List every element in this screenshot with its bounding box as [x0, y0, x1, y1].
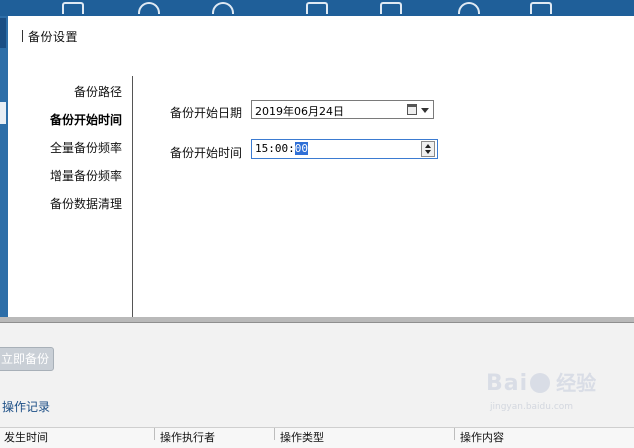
background-app-edge — [0, 16, 8, 326]
backup-now-button[interactable]: 立即备份 — [0, 347, 54, 371]
column-header-content[interactable]: 操作内容 — [460, 429, 504, 445]
column-divider — [154, 428, 155, 440]
home-icon[interactable] — [138, 2, 160, 14]
start-date-label: 备份开始日期 — [170, 106, 243, 120]
start-time-seconds-selected: 00 — [294, 142, 308, 155]
settings-nav: 备份路径 备份开始时间 全量备份频率 增量备份频率 备份数据清理 — [16, 76, 133, 318]
edge-tab — [0, 102, 6, 124]
chevron-down-icon[interactable] — [421, 108, 429, 113]
start-date-value: 2019年06月24日 — [255, 105, 344, 118]
nav-item-backup-path[interactable]: 备份路径 — [74, 83, 122, 100]
backup-settings-dialog: 备份设置 备份路径 备份开始时间 全量备份频率 增量备份频率 备份数据清理 备份… — [8, 16, 634, 321]
nav-item-backup-data-cleanup[interactable]: 备份数据清理 — [50, 195, 122, 212]
toolbar-icon[interactable] — [62, 2, 84, 14]
watermark-url: jingyan.baidu.com — [490, 402, 574, 412]
start-time-field[interactable]: 15:00:00 — [251, 139, 438, 159]
operation-log-table-header: 发生时间 操作执行者 操作类型 操作内容 — [0, 427, 634, 448]
dialog-title-text: 备份设置 — [28, 30, 79, 44]
watermark-brand-cn: 经验 — [556, 371, 597, 395]
spin-down-icon[interactable] — [425, 150, 431, 154]
column-divider — [274, 428, 275, 440]
column-header-time[interactable]: 发生时间 — [4, 429, 48, 445]
start-date-picker[interactable]: 2019年06月24日 — [251, 100, 434, 119]
start-time-label: 备份开始时间 — [170, 146, 243, 160]
watermark-brand: Bai — [486, 371, 529, 396]
paw-logo-icon — [530, 373, 551, 393]
monitor-icon[interactable] — [380, 2, 402, 14]
nav-item-backup-start-time[interactable]: 备份开始时间 — [50, 111, 122, 128]
clock-icon[interactable] — [458, 2, 480, 14]
start-time-value: 15:00:00 — [255, 142, 308, 155]
background-app-toolbar — [0, 0, 634, 16]
operation-log-title: 操作记录 — [2, 400, 51, 414]
column-header-type[interactable]: 操作类型 — [280, 429, 324, 445]
time-spinner[interactable] — [421, 141, 435, 157]
dialog-title: 备份设置 — [22, 28, 78, 45]
column-header-operator[interactable]: 操作执行者 — [160, 429, 215, 445]
group-icon[interactable] — [306, 2, 328, 14]
settings-icon[interactable] — [530, 2, 552, 14]
edge-tab — [0, 18, 6, 48]
title-bar-mark — [22, 30, 23, 42]
user-icon[interactable] — [212, 2, 234, 14]
nav-item-incremental-backup-frequency[interactable]: 增量备份频率 — [50, 167, 122, 184]
baidu-jingyan-watermark: Bai 经验 jingyan.baidu.com — [486, 367, 597, 412]
column-divider — [454, 428, 455, 440]
calendar-icon[interactable] — [407, 104, 417, 115]
nav-item-full-backup-frequency[interactable]: 全量备份频率 — [50, 139, 122, 156]
spin-up-icon[interactable] — [425, 144, 431, 148]
start-time-hour-minute: 15:00: — [255, 142, 295, 155]
